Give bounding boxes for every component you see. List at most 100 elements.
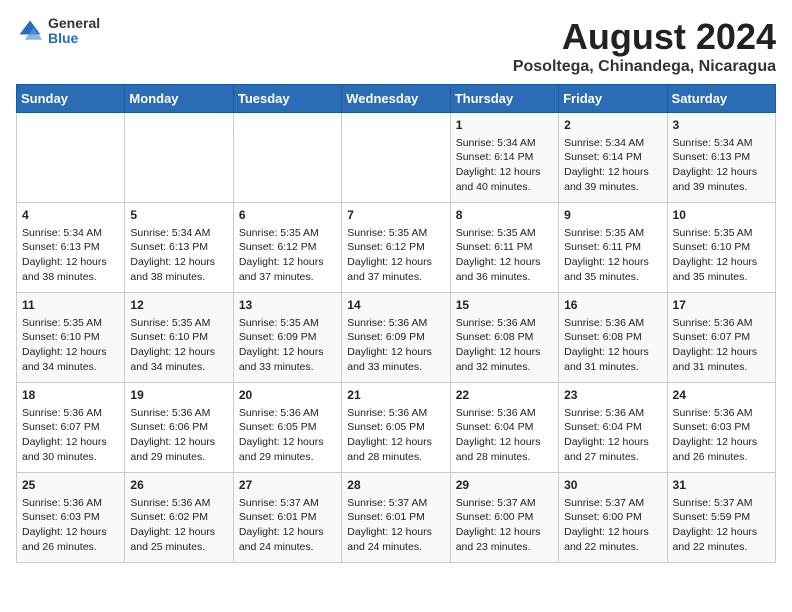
day-header-saturday: Saturday (667, 85, 775, 113)
day-number: 14 (347, 297, 444, 314)
calendar-cell (233, 113, 341, 203)
day-number: 10 (673, 207, 770, 224)
calendar-cell (125, 113, 233, 203)
day-number: 22 (456, 387, 553, 404)
day-content: Sunrise: 5:34 AM Sunset: 6:13 PM Dayligh… (130, 226, 227, 285)
calendar-week-row: 4 Sunrise: 5:34 AM Sunset: 6:13 PM Daylig… (17, 203, 776, 293)
calendar-cell: 9 Sunrise: 5:35 AM Sunset: 6:11 PM Daylig… (559, 203, 667, 293)
calendar-cell: 2Sunrise: 5:34 AM Sunset: 6:14 PM Daylig… (559, 113, 667, 203)
day-number: 5 (130, 207, 227, 224)
day-content: Sunrise: 5:36 AM Sunset: 6:04 PM Dayligh… (456, 406, 553, 465)
day-number: 26 (130, 477, 227, 494)
day-content: Sunrise: 5:35 AM Sunset: 6:12 PM Dayligh… (347, 226, 444, 285)
calendar-title: August 2024 (513, 16, 776, 58)
day-number: 29 (456, 477, 553, 494)
day-content: Sunrise: 5:37 AM Sunset: 6:00 PM Dayligh… (564, 496, 661, 555)
day-number: 13 (239, 297, 336, 314)
calendar-cell: 19 Sunrise: 5:36 AM Sunset: 6:06 PM Dayli… (125, 383, 233, 473)
day-content: Sunrise: 5:34 AM Sunset: 6:13 PM Dayligh… (673, 136, 770, 195)
calendar-cell: 3Sunrise: 5:34 AM Sunset: 6:13 PM Daylig… (667, 113, 775, 203)
calendar-week-row: 1Sunrise: 5:34 AM Sunset: 6:14 PM Daylig… (17, 113, 776, 203)
day-number: 9 (564, 207, 661, 224)
day-number: 25 (22, 477, 119, 494)
calendar-cell: 13Sunrise: 5:35 AM Sunset: 6:09 PM Dayli… (233, 293, 341, 383)
day-number: 6 (239, 207, 336, 224)
calendar-week-row: 25 Sunrise: 5:36 AM Sunset: 6:03 PM Dayli… (17, 473, 776, 563)
calendar-cell: 24 Sunrise: 5:36 AM Sunset: 6:03 PM Dayli… (667, 383, 775, 473)
calendar-cell: 14 Sunrise: 5:36 AM Sunset: 6:09 PM Dayli… (342, 293, 450, 383)
day-number: 30 (564, 477, 661, 494)
day-number: 16 (564, 297, 661, 314)
calendar-cell (342, 113, 450, 203)
day-number: 8 (456, 207, 553, 224)
day-number: 27 (239, 477, 336, 494)
day-header-wednesday: Wednesday (342, 85, 450, 113)
day-header-tuesday: Tuesday (233, 85, 341, 113)
calendar-cell: 1Sunrise: 5:34 AM Sunset: 6:14 PM Daylig… (450, 113, 558, 203)
day-number: 23 (564, 387, 661, 404)
day-content: Sunrise: 5:37 AM Sunset: 5:59 PM Dayligh… (673, 496, 770, 555)
day-header-sunday: Sunday (17, 85, 125, 113)
day-number: 19 (130, 387, 227, 404)
day-content: Sunrise: 5:35 AM Sunset: 6:12 PM Dayligh… (239, 226, 336, 285)
day-content: Sunrise: 5:36 AM Sunset: 6:09 PM Dayligh… (347, 316, 444, 375)
calendar-cell: 29 Sunrise: 5:37 AM Sunset: 6:00 PM Dayli… (450, 473, 558, 563)
day-number: 18 (22, 387, 119, 404)
day-content: Sunrise: 5:36 AM Sunset: 6:06 PM Dayligh… (130, 406, 227, 465)
calendar-cell: 30 Sunrise: 5:37 AM Sunset: 6:00 PM Dayli… (559, 473, 667, 563)
day-header-friday: Friday (559, 85, 667, 113)
day-number: 21 (347, 387, 444, 404)
calendar-cell: 25 Sunrise: 5:36 AM Sunset: 6:03 PM Dayli… (17, 473, 125, 563)
calendar-cell: 10 Sunrise: 5:35 AM Sunset: 6:10 PM Dayli… (667, 203, 775, 293)
calendar-week-row: 18 Sunrise: 5:36 AM Sunset: 6:07 PM Dayli… (17, 383, 776, 473)
calendar-cell: 21Sunrise: 5:36 AM Sunset: 6:05 PM Dayli… (342, 383, 450, 473)
calendar-cell: 7 Sunrise: 5:35 AM Sunset: 6:12 PM Daylig… (342, 203, 450, 293)
day-content: Sunrise: 5:36 AM Sunset: 6:08 PM Dayligh… (456, 316, 553, 375)
calendar-header-row: SundayMondayTuesdayWednesdayThursdayFrid… (17, 85, 776, 113)
day-content: Sunrise: 5:36 AM Sunset: 6:08 PM Dayligh… (564, 316, 661, 375)
day-content: Sunrise: 5:36 AM Sunset: 6:02 PM Dayligh… (130, 496, 227, 555)
calendar-cell: 27 Sunrise: 5:37 AM Sunset: 6:01 PM Dayli… (233, 473, 341, 563)
day-number: 12 (130, 297, 227, 314)
day-content: Sunrise: 5:37 AM Sunset: 6:01 PM Dayligh… (347, 496, 444, 555)
calendar-cell (17, 113, 125, 203)
calendar-week-row: 11 Sunrise: 5:35 AM Sunset: 6:10 PM Dayli… (17, 293, 776, 383)
day-content: Sunrise: 5:36 AM Sunset: 6:03 PM Dayligh… (673, 406, 770, 465)
day-content: Sunrise: 5:35 AM Sunset: 6:10 PM Dayligh… (130, 316, 227, 375)
calendar-cell: 8Sunrise: 5:35 AM Sunset: 6:11 PM Daylig… (450, 203, 558, 293)
calendar-cell: 5 Sunrise: 5:34 AM Sunset: 6:13 PM Daylig… (125, 203, 233, 293)
day-number: 17 (673, 297, 770, 314)
day-content: Sunrise: 5:34 AM Sunset: 6:14 PM Dayligh… (564, 136, 661, 195)
day-content: Sunrise: 5:35 AM Sunset: 6:10 PM Dayligh… (22, 316, 119, 375)
calendar-cell: 20Sunrise: 5:36 AM Sunset: 6:05 PM Dayli… (233, 383, 341, 473)
calendar-cell: 12 Sunrise: 5:35 AM Sunset: 6:10 PM Dayli… (125, 293, 233, 383)
day-number: 7 (347, 207, 444, 224)
day-number: 28 (347, 477, 444, 494)
day-number: 31 (673, 477, 770, 494)
logo-blue-text: Blue (48, 31, 100, 46)
day-number: 15 (456, 297, 553, 314)
day-header-monday: Monday (125, 85, 233, 113)
calendar-table: SundayMondayTuesdayWednesdayThursdayFrid… (16, 84, 776, 563)
calendar-cell: 17 Sunrise: 5:36 AM Sunset: 6:07 PM Dayli… (667, 293, 775, 383)
day-number: 24 (673, 387, 770, 404)
day-content: Sunrise: 5:37 AM Sunset: 6:01 PM Dayligh… (239, 496, 336, 555)
logo-icon (16, 17, 44, 45)
calendar-cell: 26 Sunrise: 5:36 AM Sunset: 6:02 PM Dayli… (125, 473, 233, 563)
calendar-cell: 18 Sunrise: 5:36 AM Sunset: 6:07 PM Dayli… (17, 383, 125, 473)
calendar-cell: 28 Sunrise: 5:37 AM Sunset: 6:01 PM Dayli… (342, 473, 450, 563)
day-number: 11 (22, 297, 119, 314)
calendar-cell: 11 Sunrise: 5:35 AM Sunset: 6:10 PM Dayli… (17, 293, 125, 383)
logo: General Blue (16, 16, 100, 47)
day-content: Sunrise: 5:35 AM Sunset: 6:10 PM Dayligh… (673, 226, 770, 285)
day-number: 4 (22, 207, 119, 224)
day-content: Sunrise: 5:35 AM Sunset: 6:11 PM Dayligh… (564, 226, 661, 285)
calendar-cell: 4 Sunrise: 5:34 AM Sunset: 6:13 PM Daylig… (17, 203, 125, 293)
day-content: Sunrise: 5:34 AM Sunset: 6:13 PM Dayligh… (22, 226, 119, 285)
day-content: Sunrise: 5:36 AM Sunset: 6:07 PM Dayligh… (673, 316, 770, 375)
day-header-thursday: Thursday (450, 85, 558, 113)
calendar-cell: 16 Sunrise: 5:36 AM Sunset: 6:08 PM Dayli… (559, 293, 667, 383)
day-content: Sunrise: 5:37 AM Sunset: 6:00 PM Dayligh… (456, 496, 553, 555)
day-content: Sunrise: 5:36 AM Sunset: 6:03 PM Dayligh… (22, 496, 119, 555)
day-content: Sunrise: 5:36 AM Sunset: 6:07 PM Dayligh… (22, 406, 119, 465)
